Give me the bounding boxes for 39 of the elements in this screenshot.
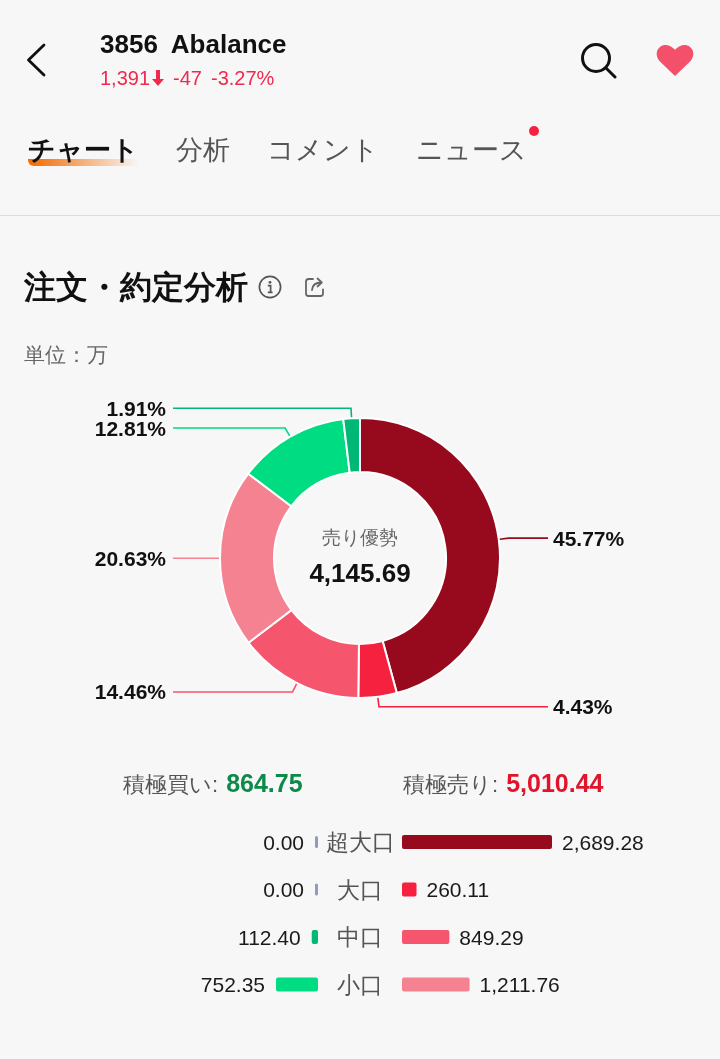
heart-icon[interactable]	[655, 43, 695, 77]
stock-code: 3856	[100, 29, 158, 59]
info-icon[interactable]	[258, 275, 282, 299]
summary-label: 積極売り:	[403, 771, 499, 799]
summary-label: 積極買い:	[123, 771, 219, 799]
percent-label: 14.46%	[94, 680, 166, 704]
category-label: 中口	[337, 924, 383, 950]
tab[interactable]: ニュース	[416, 134, 527, 166]
value-label: 0.00	[263, 878, 304, 901]
percent-label: 4.43%	[553, 695, 613, 719]
category-label: 小口	[337, 971, 383, 998]
value-label: 0.00	[263, 830, 304, 854]
back-icon[interactable]	[25, 43, 47, 77]
percent-label: 45.77%	[553, 526, 625, 550]
leader-line	[498, 537, 549, 541]
category-label: 大口	[337, 876, 383, 903]
unit-label: 単位：万	[24, 342, 108, 368]
price-change: -47	[173, 66, 202, 91]
percent-label: 20.63%	[94, 546, 166, 570]
value-label: 752.35	[200, 973, 266, 996]
summary-value: 5,010.44	[506, 768, 604, 799]
leader-line	[172, 557, 220, 560]
value-label: 112.40	[238, 925, 301, 949]
share-icon[interactable]	[304, 276, 326, 298]
category-label: 超大口	[325, 829, 395, 855]
price: 1,391	[100, 66, 151, 91]
tab[interactable]: コメント	[267, 134, 379, 166]
value-label: 1,211.76	[479, 973, 560, 996]
value-label: 849.29	[459, 925, 524, 949]
section-title: 注文・約定分析	[24, 268, 248, 307]
search-icon[interactable]	[580, 41, 617, 79]
center-value: 4,145.69	[309, 558, 411, 588]
price-change-percent: -3.27%	[210, 66, 275, 91]
tab[interactable]: 分析	[176, 134, 230, 166]
stock-name: Abalance	[170, 29, 287, 59]
value-label: 260.11	[426, 878, 490, 901]
center-label: 売り優勢	[322, 526, 398, 548]
summary-value: 864.75	[226, 768, 303, 799]
value-label: 2,689.28	[562, 830, 644, 854]
